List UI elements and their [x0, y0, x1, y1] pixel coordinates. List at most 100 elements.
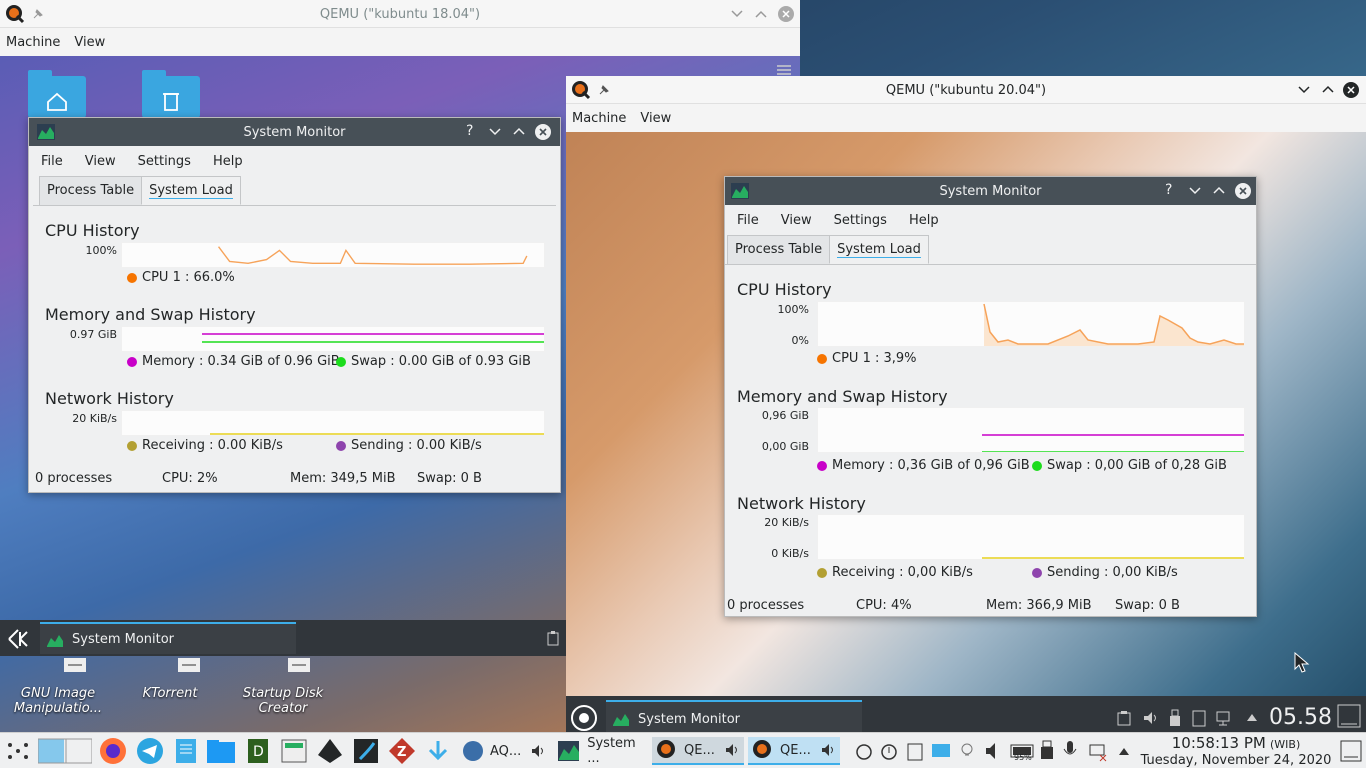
- telegram-icon[interactable]: [135, 737, 165, 765]
- calculator-icon[interactable]: [280, 737, 308, 765]
- audio-playing-icon[interactable]: [725, 743, 739, 757]
- firefox-icon[interactable]: [98, 737, 128, 765]
- sysmon-titlebar[interactable]: System Monitor ?: [725, 177, 1256, 205]
- minimize-icon[interactable]: [1297, 84, 1311, 96]
- pager-icon[interactable]: [38, 737, 92, 765]
- guest-task-system-monitor[interactable]: System Monitor: [606, 700, 862, 736]
- guest-task-system-monitor[interactable]: System Monitor: [40, 622, 296, 654]
- swap-legend-dot: [336, 356, 346, 367]
- battery-icon[interactable]: [1192, 709, 1206, 727]
- minimize-icon[interactable]: [1189, 186, 1201, 196]
- maximize-icon[interactable]: [754, 8, 768, 20]
- cpu-history-plot: [817, 301, 1245, 347]
- sysmon-titlebar[interactable]: System Monitor ?: [29, 118, 560, 146]
- menu-launcher-icon[interactable]: [6, 737, 30, 765]
- cpu-legend: CPU 1 : 3,9%: [817, 351, 917, 366]
- tab-process-table[interactable]: Process Table: [727, 235, 831, 264]
- maximize-icon[interactable]: [1213, 185, 1225, 195]
- clock-date: Tuesday, November 24, 2020: [1140, 753, 1332, 768]
- desktop-icon-ktorrent[interactable]: KTorrent: [130, 686, 210, 701]
- sending-legend: Sending : 0.00 KiB/s: [336, 438, 482, 453]
- menu-settings[interactable]: Settings: [834, 213, 887, 228]
- tab-process-table[interactable]: Process Table: [39, 176, 143, 205]
- inkscape-icon[interactable]: [316, 737, 344, 765]
- dbeaver-icon[interactable]: D: [246, 737, 270, 765]
- trash-folder-icon[interactable]: [142, 70, 200, 118]
- menu-file[interactable]: File: [41, 154, 63, 169]
- menu-view[interactable]: View: [640, 111, 671, 126]
- task-system-monitor[interactable]: System ...: [558, 736, 650, 766]
- menu-settings[interactable]: Settings: [138, 154, 191, 169]
- show-desktop-icon[interactable]: [1340, 737, 1362, 765]
- tab-system-load[interactable]: System Load: [829, 235, 929, 264]
- maximize-icon[interactable]: [1321, 83, 1335, 95]
- kde-launcher-icon[interactable]: [6, 627, 30, 651]
- guest-clock[interactable]: 05.58: [1269, 705, 1332, 730]
- show-hidden-icons-icon[interactable]: [1246, 712, 1258, 722]
- menu-machine[interactable]: Machine: [6, 35, 60, 50]
- shortcut-badge-icon: [178, 658, 200, 672]
- update-icon[interactable]: [879, 737, 899, 765]
- memory-legend-dot: [817, 460, 827, 471]
- minimize-icon[interactable]: [730, 8, 744, 20]
- zeal-icon[interactable]: Z: [388, 737, 416, 765]
- memory-legend: Memory : 0.34 GiB of 0.96 GiB: [127, 354, 340, 369]
- volume-icon[interactable]: [984, 737, 1004, 765]
- network-axis-max: 20 KiB/s: [72, 412, 117, 425]
- text-editor-icon[interactable]: [174, 737, 198, 765]
- microphone-icon[interactable]: [1062, 737, 1078, 765]
- menu-help[interactable]: Help: [909, 213, 939, 228]
- system-monitor-app-icon: [558, 741, 580, 761]
- downloader-icon[interactable]: [424, 737, 452, 765]
- desktop-icon-startup-disk-creator[interactable]: Startup Disk Creator: [238, 686, 328, 716]
- notifications-icon[interactable]: [930, 737, 952, 765]
- usb-device-icon[interactable]: [1040, 737, 1054, 765]
- audio-playing-icon[interactable]: [821, 743, 835, 757]
- help-icon[interactable]: ?: [466, 123, 473, 139]
- qemu1-titlebar[interactable]: QEMU ("kubuntu 18.04"): [0, 0, 800, 28]
- cpu-legend-dot: [127, 272, 137, 283]
- menu-view[interactable]: View: [74, 35, 105, 50]
- file-manager-icon[interactable]: [206, 737, 236, 765]
- close-icon[interactable]: [534, 123, 552, 141]
- task-qemu-2[interactable]: QE...: [748, 737, 840, 765]
- maximize-icon[interactable]: [513, 126, 525, 136]
- task-aq[interactable]: AQ...: [462, 737, 552, 765]
- receiving-legend-dot: [817, 567, 827, 578]
- network-icon[interactable]: [1216, 709, 1234, 727]
- close-icon[interactable]: [1234, 182, 1252, 200]
- lightbulb-icon[interactable]: [958, 737, 976, 765]
- clock[interactable]: 10:58:13 PM (WIB) Tuesday, November 24, …: [1138, 735, 1334, 768]
- memory-history-title: Memory and Swap History: [737, 387, 948, 406]
- minimize-icon[interactable]: [489, 127, 501, 137]
- battery-indicator[interactable]: 95%: [1010, 737, 1036, 765]
- audio-playing-icon[interactable]: [531, 744, 545, 758]
- home-folder-icon[interactable]: [28, 70, 86, 118]
- tab-system-load[interactable]: System Load: [141, 176, 241, 205]
- qemu2-titlebar[interactable]: QEMU ("kubuntu 20.04"): [566, 76, 1366, 104]
- clipboard-icon[interactable]: [547, 630, 559, 646]
- menu-view[interactable]: View: [85, 154, 116, 169]
- hamburger-icon[interactable]: [777, 64, 791, 76]
- guest-task-label: System Monitor: [72, 632, 175, 647]
- menu-file[interactable]: File: [737, 213, 759, 228]
- menu-machine[interactable]: Machine: [572, 111, 626, 126]
- task-qemu-1[interactable]: QE...: [652, 737, 744, 765]
- clipboard-icon[interactable]: [1117, 710, 1131, 726]
- close-icon[interactable]: [777, 5, 795, 23]
- clipboard-icon[interactable]: [905, 737, 925, 765]
- close-icon[interactable]: [1342, 81, 1360, 99]
- help-icon[interactable]: ?: [1165, 182, 1172, 198]
- volume-icon[interactable]: [1142, 710, 1158, 726]
- show-desktop-icon[interactable]: [1337, 704, 1361, 728]
- network-disconnected-icon[interactable]: [1088, 737, 1108, 765]
- alarm-icon[interactable]: [854, 737, 874, 765]
- desktop-icon-gimp[interactable]: GNU Image Manipulatio...: [6, 686, 110, 716]
- usb-device-icon[interactable]: [1169, 709, 1181, 727]
- menu-view[interactable]: View: [781, 213, 812, 228]
- anydesk-icon[interactable]: [352, 737, 380, 765]
- application-launcher-icon[interactable]: [570, 704, 598, 732]
- qemu2-guest-screen[interactable]: System Monitor ? File View Settings Help…: [566, 132, 1366, 740]
- show-hidden-icons-icon[interactable]: [1117, 737, 1131, 765]
- menu-help[interactable]: Help: [213, 154, 243, 169]
